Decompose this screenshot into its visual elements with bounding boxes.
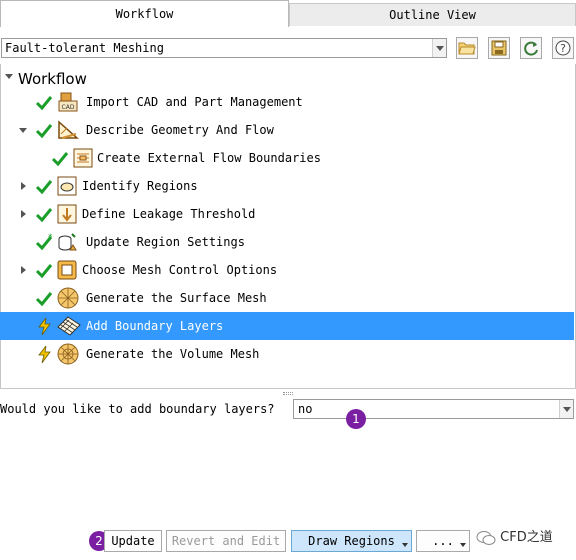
svg-text:?: ? [560, 42, 566, 55]
more-label: ... [432, 534, 454, 548]
leakage-icon [57, 204, 77, 224]
open-workflow-button[interactable] [456, 37, 478, 59]
svg-text:CAD: CAD [62, 104, 75, 111]
draw-regions-button[interactable]: Draw Regions [291, 530, 412, 552]
tree-item-import-cad[interactable]: CAD Import CAD and Part Management [0, 88, 574, 116]
more-options-button[interactable]: ... [416, 530, 470, 552]
surface-mesh-icon [57, 287, 79, 309]
tab-bar: Workflow Outline View [0, 0, 576, 27]
tree-item-create-external-flow-boundaries[interactable]: Create External Flow Boundaries [0, 144, 574, 172]
chevron-down-icon [402, 543, 408, 547]
tree-item-label: Import CAD and Part Management [86, 95, 303, 109]
chevron-down-icon [559, 400, 573, 418]
tree-item-update-region-settings[interactable]: * Update Region Settings [0, 228, 574, 256]
expand-workflow-icon[interactable] [5, 74, 13, 79]
boundary-layers-question: Would you like to add boundary layers? [0, 402, 275, 416]
save-icon [491, 40, 507, 56]
tab-outline-view[interactable]: Outline View [289, 3, 576, 26]
check-icon [51, 152, 69, 167]
tree-item-choose-mesh-control-options[interactable]: Choose Mesh Control Options [0, 256, 574, 284]
check-icon [35, 292, 53, 307]
svg-text:*: * [48, 233, 53, 243]
revert-and-edit-button[interactable]: Revert and Edit [166, 530, 286, 552]
watermark-text: CFD之道 [500, 530, 553, 545]
lightning-pending-icon [38, 345, 51, 363]
refresh-icon [524, 41, 538, 56]
lightning-pending-icon [38, 317, 51, 335]
folder-open-icon [458, 42, 476, 55]
chevron-down-icon [460, 543, 466, 547]
tree-item-add-boundary-layers[interactable]: Add Boundary Layers [0, 312, 574, 340]
boundary-layers-answer-dropdown[interactable]: no [293, 399, 574, 419]
expand-icon[interactable] [21, 182, 26, 190]
answer-value: no [298, 402, 313, 416]
check-icon [35, 180, 53, 195]
draw-regions-label: Draw Regions [308, 534, 395, 548]
panel-splitter[interactable] [283, 392, 293, 395]
tree-item-label: Update Region Settings [86, 235, 245, 249]
tab-workflow[interactable]: Workflow [0, 0, 289, 27]
region-settings-icon [58, 233, 77, 251]
annotation-badge-1: 1 [346, 409, 366, 429]
save-workflow-button[interactable] [488, 37, 510, 59]
geometry-flow-icon [58, 120, 79, 139]
tree-item-label: Define Leakage Threshold [82, 207, 256, 221]
expand-icon[interactable] [21, 210, 26, 218]
tree-item-generate-surface-mesh[interactable]: Generate the Surface Mesh [0, 284, 574, 312]
tree-item-label: Describe Geometry And Flow [86, 123, 274, 137]
help-button[interactable]: ? [552, 37, 574, 59]
regions-icon [57, 176, 77, 196]
refresh-workflow-button[interactable] [520, 37, 542, 59]
boundary-layers-icon [57, 316, 81, 336]
tree-item-label: Create External Flow Boundaries [97, 151, 321, 165]
volume-mesh-icon [57, 343, 79, 365]
tree-item-identify-regions[interactable]: Identify Regions [0, 172, 574, 200]
tree-item-describe-geometry[interactable]: Describe Geometry And Flow [0, 116, 574, 144]
check-icon [35, 208, 53, 223]
wechat-icon [476, 530, 496, 545]
watermark: CFD之道 [476, 526, 553, 546]
tree-item-label: Choose Mesh Control Options [82, 263, 278, 277]
check-icon [35, 264, 53, 279]
tree-item-label: Identify Regions [82, 179, 198, 193]
workflow-type-value: Fault-tolerant Meshing [5, 41, 164, 55]
tree-item-label: Add Boundary Layers [86, 319, 224, 333]
collapse-icon[interactable] [19, 128, 27, 133]
update-button[interactable]: Update [104, 530, 162, 552]
workflow-root-label[interactable]: Workflow [18, 70, 87, 88]
mesh-control-icon [57, 260, 77, 280]
tree-item-label: Generate the Surface Mesh [86, 291, 267, 305]
flow-boundaries-icon [73, 148, 93, 168]
help-icon: ? [555, 40, 571, 56]
check-modified-icon: * [35, 233, 53, 251]
check-icon [35, 124, 53, 139]
check-icon [35, 96, 53, 111]
cad-import-icon: CAD [58, 92, 78, 112]
tree-item-generate-volume-mesh[interactable]: Generate the Volume Mesh [0, 340, 574, 368]
chevron-down-icon [432, 39, 446, 57]
workflow-type-dropdown[interactable]: Fault-tolerant Meshing [1, 38, 447, 58]
tree-item-define-leakage-threshold[interactable]: Define Leakage Threshold [0, 200, 574, 228]
expand-icon[interactable] [21, 266, 26, 274]
tree-item-label: Generate the Volume Mesh [86, 347, 260, 361]
